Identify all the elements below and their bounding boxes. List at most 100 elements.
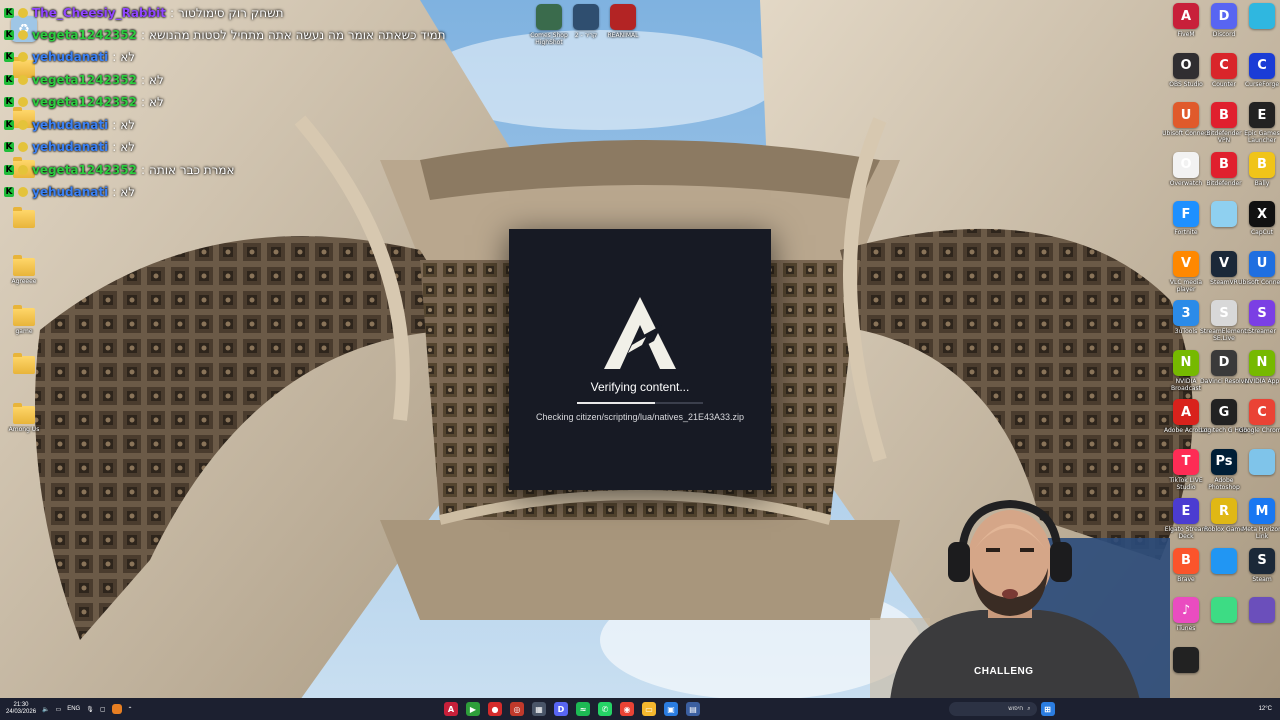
desktop-shortcut[interactable] xyxy=(1240,3,1280,45)
desktop-icon-label: Steam xyxy=(1252,575,1272,583)
user-badge-icon xyxy=(18,8,28,18)
desktop-shortcut[interactable]: S Steam xyxy=(1240,547,1280,590)
user-badge-icon xyxy=(18,187,28,197)
media-player-taskbar-icon[interactable]: ▶ xyxy=(466,702,480,716)
chat-text: תמיד כשאתה אומר מה נעשה אתה מתחיל לסטות … xyxy=(149,28,446,42)
game-shortcut-icon xyxy=(536,4,562,30)
app-shortcut-icon xyxy=(1211,201,1237,227)
desktop-shortcut[interactable]: S Streamer xyxy=(1240,300,1280,342)
desktop-shortcut[interactable]: UUbisoft Connect xyxy=(1238,250,1280,293)
app-red-taskbar-icon[interactable]: ◎ xyxy=(510,702,524,716)
calculator-taskbar-icon[interactable]: ▦ xyxy=(532,702,546,716)
desktop-icon-label: Ubisoft Connect xyxy=(1238,278,1280,286)
chat-separator: : xyxy=(112,140,117,154)
desktop-shortcut[interactable]: E Epic Games Launcher xyxy=(1240,102,1280,144)
app-shortcut-icon: F xyxy=(1173,201,1199,227)
app-shortcut-icon xyxy=(1249,597,1275,623)
taskbar-right: חיפוש ⌕ ⊞ 12°C xyxy=(948,698,1272,720)
taskbar-system-tray-left: 21:30 24/03/2026 🔈 ▭ ENG 🎙 ▢ ⌃ xyxy=(6,698,133,720)
app-shortcut-icon: B xyxy=(1173,547,1199,574)
kick-badge-icon: K xyxy=(4,75,14,85)
desktop-shortcut[interactable]: M Meta Horizon Link xyxy=(1240,498,1280,540)
folder-icon xyxy=(13,255,35,276)
whatsapp-taskbar-icon[interactable]: ✆ xyxy=(598,702,612,716)
spotify-taskbar-icon[interactable]: ≈ xyxy=(576,702,590,716)
desktop-icon-label: CurseForge xyxy=(1244,80,1280,88)
desktop-icon-label: Bally xyxy=(1254,179,1270,187)
desktop-icon-agreeee[interactable]: Agreeee xyxy=(2,255,46,292)
chat-username: The_Cheesiy_Rabbit xyxy=(32,6,166,20)
app-shortcut-icon xyxy=(1211,547,1237,574)
chat-username: vegeta1242352 xyxy=(32,163,137,177)
app-shortcut-icon: M xyxy=(1249,498,1275,524)
chat-text: לא xyxy=(120,50,136,64)
taskbar-clock[interactable]: 21:30 24/03/2026 xyxy=(6,702,36,716)
desktop-icon-label: Streamer xyxy=(1248,328,1276,335)
chat-text: אמרת כבר אותה xyxy=(149,163,235,177)
chat-separator: : xyxy=(112,50,117,64)
chrome-taskbar-icon[interactable]: ◉ xyxy=(620,702,634,716)
app-shortcut-icon: X xyxy=(1249,201,1275,227)
user-badge-icon xyxy=(18,97,28,107)
chat-separator: : xyxy=(112,185,117,199)
app-shortcut-icon: D xyxy=(1211,349,1237,376)
chat-message: Kyehudanati: לא xyxy=(4,47,135,67)
desktop-shortcut[interactable] xyxy=(1240,597,1280,639)
chat-separator: : xyxy=(140,95,146,109)
record-taskbar-icon[interactable]: ● xyxy=(488,702,502,716)
chat-message: Kyehudanati: לא xyxy=(4,137,135,157)
chevron-up-icon[interactable]: ⌃ xyxy=(128,706,133,713)
app-shortcut-icon: B xyxy=(1249,151,1275,178)
desktop-shortcut[interactable]: B Bally xyxy=(1240,151,1280,194)
app-shortcut-icon: B xyxy=(1211,102,1237,128)
chat-username: vegeta1242352 xyxy=(32,95,137,109)
chat-text: לא xyxy=(120,118,136,132)
app-shortcut-icon xyxy=(1211,597,1237,623)
chat-text: לא xyxy=(149,73,164,87)
chat-message: Kvegeta1242352: לא xyxy=(4,70,164,90)
desktop-shortcut[interactable]: N NVIDIA App xyxy=(1240,349,1280,392)
discord-taskbar-icon[interactable]: D xyxy=(554,702,568,716)
weather-temperature[interactable]: 12°C xyxy=(1259,706,1272,712)
taskbar-pinned-apps: A ▶ ● ◎ ▦ D ≈ ✆ ◉ ▭ ▣ ▤ xyxy=(444,698,700,720)
explorer-taskbar-icon[interactable]: ▭ xyxy=(642,702,656,716)
app-shortcut-icon: 3 xyxy=(1173,300,1199,326)
kick-badge-icon: K xyxy=(4,8,14,18)
chat-username: vegeta1242352 xyxy=(32,73,137,87)
app-shortcut-icon: N xyxy=(1249,349,1275,376)
desktop-icon-game[interactable]: game xyxy=(2,305,46,342)
loading-progress-bar xyxy=(577,402,703,404)
desktop-icon-folder-4[interactable] xyxy=(2,207,46,228)
microphone-icon[interactable]: 🎙 xyxy=(86,706,94,713)
desktop-icon-folder-5[interactable] xyxy=(2,353,46,374)
app-shortcut-icon: E xyxy=(1173,498,1199,524)
display-icon[interactable]: ▢ xyxy=(100,706,106,713)
desktop-shortcut[interactable]: C CurseForge xyxy=(1240,52,1280,95)
desktop-icon-reanimal[interactable]: REANIMAL xyxy=(601,4,645,46)
volume-icon[interactable]: 🔈 xyxy=(42,706,49,713)
chat-username: yehudanati xyxy=(32,140,109,154)
desktop-shortcut[interactable] xyxy=(1164,646,1208,689)
kick-badge-icon: K xyxy=(4,30,14,40)
taskbar-search[interactable]: חיפוש ⌕ xyxy=(948,702,1037,716)
desktop-icon-among-us[interactable]: Among Us xyxy=(2,403,46,440)
fivem-taskbar-icon[interactable]: A xyxy=(444,702,458,716)
app-shortcut-icon: G xyxy=(1211,399,1237,425)
desktop-shortcut[interactable]: C Google Chrome xyxy=(1239,399,1280,441)
desktop-shortcut[interactable] xyxy=(1240,448,1280,491)
chat-separator: : xyxy=(140,163,146,177)
app-shortcut-icon: T xyxy=(1173,448,1199,475)
windows-start-icon[interactable]: ⊞ xyxy=(1040,702,1055,716)
app-shortcut-icon: A xyxy=(1173,399,1199,425)
network-icon[interactable]: ▭ xyxy=(56,706,62,713)
photos-taskbar-icon[interactable]: ▣ xyxy=(664,702,678,716)
monitor-taskbar-icon[interactable]: ▤ xyxy=(686,702,700,716)
tray-app-icon[interactable] xyxy=(111,704,122,714)
language-indicator[interactable]: ENG xyxy=(67,706,80,712)
desktop-shortcut[interactable]: X CapCut xyxy=(1240,201,1280,243)
search-icon: ⌕ xyxy=(1027,705,1031,712)
user-badge-icon xyxy=(18,75,28,85)
user-badge-icon xyxy=(18,52,28,62)
app-shortcut-icon: V xyxy=(1173,250,1199,277)
app-shortcut-icon: R xyxy=(1211,498,1237,524)
